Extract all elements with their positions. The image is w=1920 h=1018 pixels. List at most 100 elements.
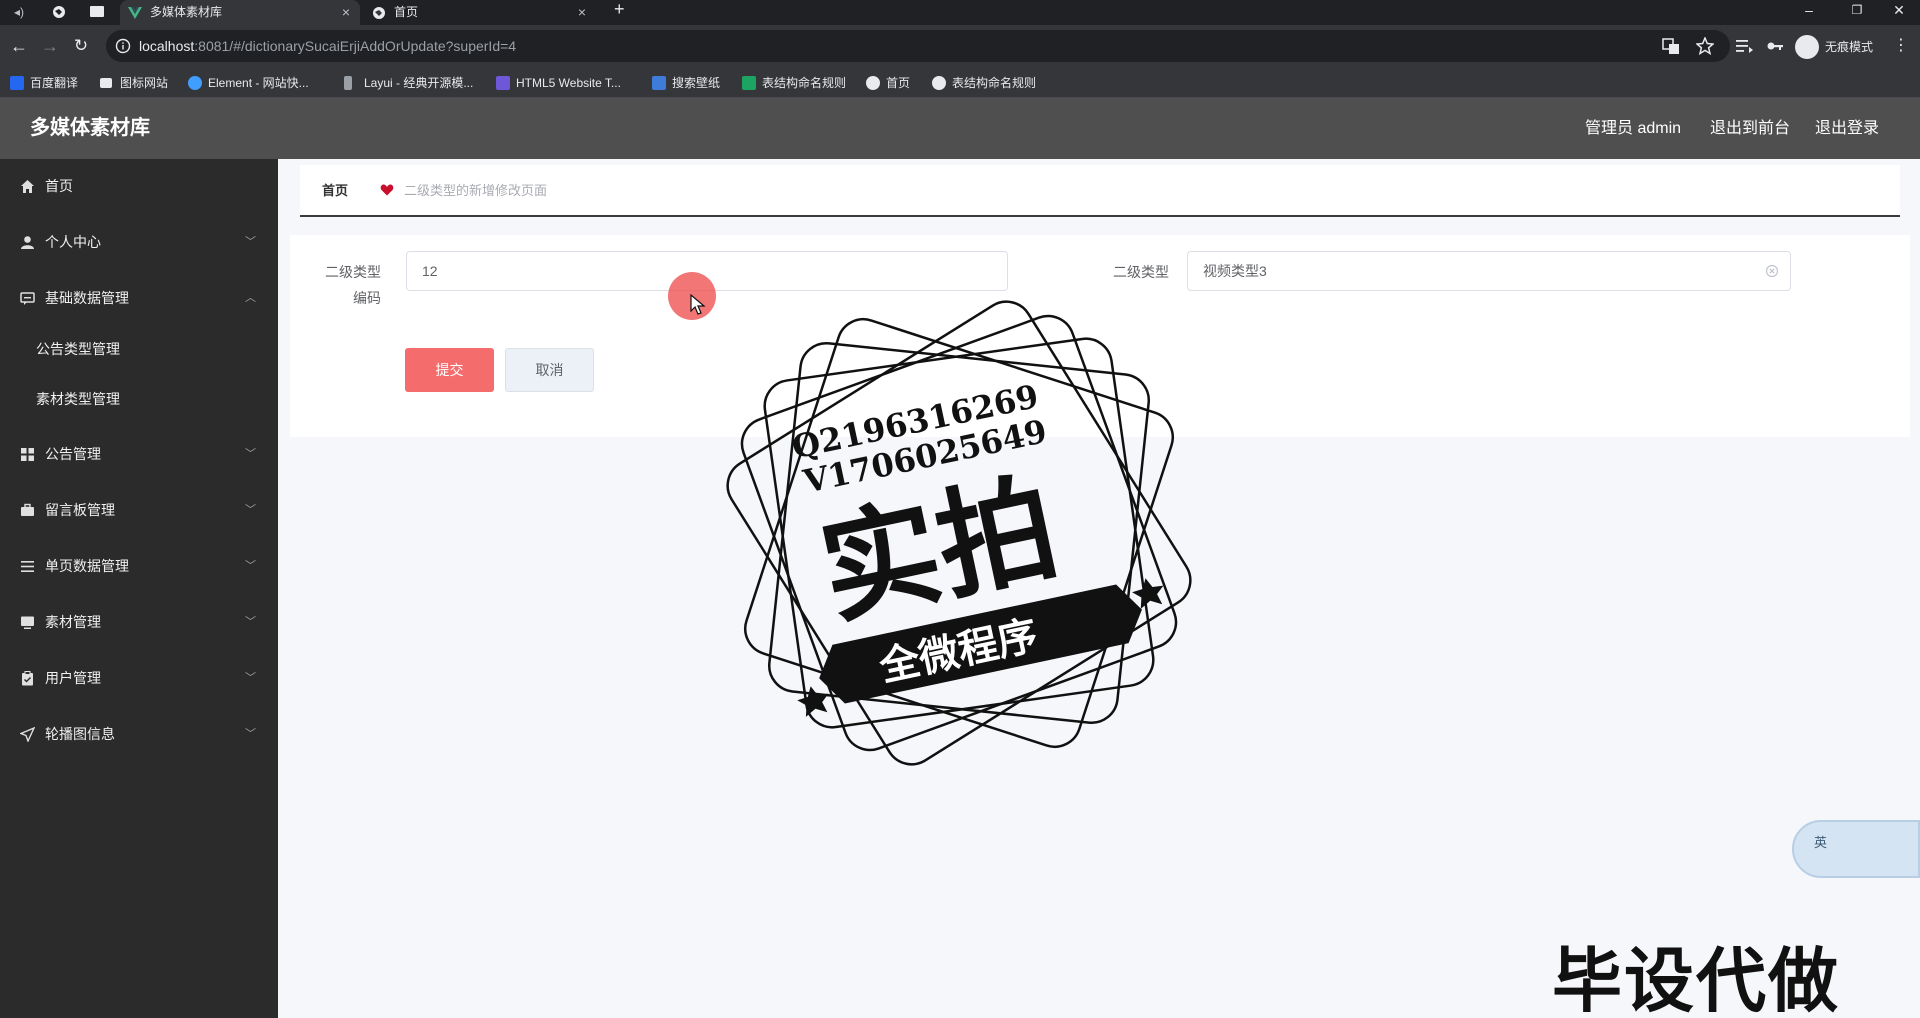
- exit-to-front-link[interactable]: 退出到前台: [1710, 98, 1790, 159]
- bookmark-favicon-icon: [10, 76, 24, 90]
- tab-multimedia-library[interactable]: 多媒体素材库 ×: [120, 0, 360, 25]
- browser-tab-bar: ◂) 多媒体素材库 × 首页 × + – ❐ ✕: [0, 0, 1920, 25]
- bookmark-item[interactable]: 表结构命名规则: [742, 68, 846, 98]
- sidebar-item-carousel[interactable]: 轮播图信息 ﹀: [0, 710, 278, 758]
- layui-logo-icon: [344, 76, 352, 90]
- sidebar-item-notice[interactable]: 公告管理 ﹀: [0, 430, 278, 478]
- sidebar-item-users[interactable]: 用户管理 ﹀: [0, 654, 278, 702]
- reload-button[interactable]: ↻: [68, 33, 94, 59]
- bookmark-label: 表结构命名规则: [762, 76, 847, 90]
- bookmark-item[interactable]: Layui - 经典开源模...: [344, 68, 473, 98]
- globe-icon: [932, 76, 946, 90]
- minimize-button[interactable]: –: [1786, 0, 1832, 20]
- forward-button[interactable]: →: [37, 33, 63, 59]
- info-icon[interactable]: [115, 38, 131, 54]
- sidebar-item-label: 基础数据管理: [45, 290, 129, 306]
- browser-toolbar: ← → ↻ localhost:8081/#/dictionarySucaiEr…: [0, 25, 1920, 68]
- tab-close-button[interactable]: ×: [578, 0, 586, 25]
- chevron-down-icon: ﹀: [245, 560, 256, 572]
- sidebar-item-label: 首页: [45, 178, 73, 194]
- sidebar-item-home[interactable]: 首页: [0, 162, 278, 210]
- name-input[interactable]: [1187, 251, 1791, 291]
- new-tab-button[interactable]: +: [614, 0, 625, 18]
- incognito-indicator[interactable]: 无痕模式: [1795, 34, 1873, 60]
- breadcrumb-home[interactable]: 首页: [322, 165, 348, 217]
- translate-icon[interactable]: [1662, 37, 1680, 55]
- bookmark-item[interactable]: 首页: [866, 68, 910, 98]
- sidebar-item-material[interactable]: 素材管理 ﹀: [0, 598, 278, 646]
- monitor-icon: [21, 616, 34, 629]
- more-menu-icon[interactable]: ⋮: [1888, 33, 1914, 59]
- sidebar-item-basic-data[interactable]: 基础数据管理 ︿: [0, 274, 278, 322]
- code-field-label-line2: 编码: [353, 290, 381, 306]
- bookmark-label: HTML5 Website T...: [516, 76, 621, 90]
- bookmark-star-icon[interactable]: [1696, 37, 1714, 55]
- mute-icon[interactable]: ◂): [14, 4, 24, 20]
- heart-icon: [380, 184, 394, 196]
- address-bar[interactable]: localhost:8081/#/dictionarySucaiErjiAddO…: [106, 30, 1730, 62]
- tab-title: 首页: [394, 5, 419, 19]
- html5-icon: [496, 76, 510, 90]
- sidebar-item-personal-center[interactable]: 个人中心 ﹀: [0, 218, 278, 266]
- reading-list-icon[interactable]: [1735, 37, 1753, 55]
- sidebar-item-single-page[interactable]: 单页数据管理 ﹀: [0, 542, 278, 590]
- submit-button[interactable]: 提交: [405, 348, 494, 392]
- logout-link[interactable]: 退出登录: [1815, 98, 1879, 159]
- tab-home[interactable]: 首页 ×: [364, 0, 596, 25]
- globe-icon[interactable]: [52, 5, 66, 19]
- sidebar-item-label: 素材管理: [45, 614, 101, 630]
- bookmark-item[interactable]: 百度翻译: [10, 68, 78, 98]
- chevron-down-icon: ﹀: [245, 672, 256, 684]
- breadcrumb: 首页 二级类型的新增修改页面: [300, 165, 1900, 217]
- ime-floating-widget[interactable]: 英: [1792, 820, 1920, 878]
- chevron-down-icon: ﹀: [245, 236, 256, 248]
- tab-close-button[interactable]: ×: [342, 0, 350, 25]
- chevron-up-icon: ︿: [245, 292, 256, 304]
- sidebar-item-message-board[interactable]: 留言板管理 ﹀: [0, 486, 278, 534]
- bookmark-item[interactable]: HTML5 Website T...: [496, 68, 621, 98]
- sidebar-item-label: 用户管理: [45, 670, 101, 686]
- bookmark-label: 搜索壁纸: [672, 76, 721, 90]
- app-title: 多媒体素材库: [30, 117, 150, 139]
- restore-button[interactable]: ❐: [1834, 0, 1880, 20]
- user-icon: [21, 236, 34, 249]
- bookmark-item[interactable]: 搜索壁纸: [652, 68, 720, 98]
- chevron-down-icon: ﹀: [245, 616, 256, 628]
- sheet-icon: [742, 76, 756, 90]
- bookmarks-bar: 百度翻译 图标网站 Element - 网站快... Layui - 经典开源模…: [0, 68, 1920, 98]
- app-header: 多媒体素材库 管理员 admin 退出到前台 退出登录: [0, 98, 1920, 159]
- sidebar-item-label: 单页数据管理: [45, 558, 129, 574]
- watermark-text: 毕设代做: [1552, 940, 1840, 1018]
- cancel-button[interactable]: 取消: [505, 348, 594, 392]
- bookmark-item[interactable]: 表结构命名规则: [932, 68, 1036, 98]
- url-host: localhost: [139, 38, 195, 54]
- key-icon[interactable]: [1766, 37, 1784, 55]
- globe-icon: [373, 7, 385, 19]
- code-field-label-line1: 二级类型: [325, 264, 381, 280]
- tab-grid-icon[interactable]: [90, 6, 104, 17]
- bookmark-item[interactable]: 图标网站: [100, 68, 168, 98]
- incognito-label: 无痕模式: [1825, 40, 1874, 54]
- bookmark-label: 百度翻译: [30, 76, 79, 90]
- sidebar-subitem-notice-type[interactable]: 公告类型管理: [0, 327, 278, 371]
- url-text: localhost:8081/#/dictionarySucaiErjiAddO…: [139, 30, 516, 62]
- sidebar-subitem-label: 素材类型管理: [36, 391, 120, 407]
- back-button[interactable]: ←: [6, 33, 32, 59]
- grid-icon: [21, 448, 34, 461]
- element-logo-icon: [188, 76, 202, 90]
- incognito-icon: [1795, 35, 1819, 59]
- url-path: :8081/#/dictionarySucaiErjiAddOrUpdate?s…: [194, 38, 517, 54]
- bookmark-label: Element - 网站快...: [208, 76, 309, 90]
- clear-input-icon[interactable]: [1765, 264, 1779, 278]
- sidebar-item-label: 个人中心: [45, 234, 101, 250]
- bookmark-label: 表结构命名规则: [952, 76, 1037, 90]
- sidebar-subitem-label: 公告类型管理: [36, 341, 120, 357]
- clipboard-icon: [22, 671, 33, 686]
- bookmark-item[interactable]: Element - 网站快...: [188, 68, 309, 98]
- admin-user-label: 管理员 admin: [1585, 120, 1682, 137]
- flag-icon: [100, 78, 112, 88]
- close-window-button[interactable]: ✕: [1876, 0, 1920, 20]
- sidebar-item-label: 留言板管理: [45, 502, 115, 518]
- sidebar-subitem-material-type[interactable]: 素材类型管理: [0, 377, 278, 421]
- ime-language-label: 英: [1814, 835, 1828, 850]
